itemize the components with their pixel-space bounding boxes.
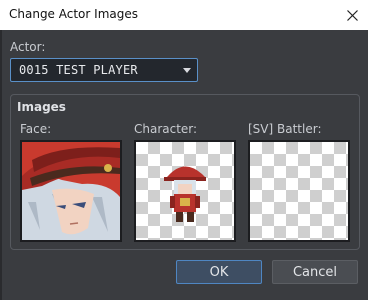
face-image-button[interactable]	[20, 140, 122, 242]
close-icon	[346, 9, 358, 21]
actor-select[interactable]: 0015 TEST PLAYER	[10, 58, 198, 82]
chevron-down-icon	[183, 68, 191, 73]
ok-button[interactable]: OK	[176, 260, 262, 284]
battler-image-button[interactable]	[248, 140, 350, 242]
actor-select-value: 0015 TEST PLAYER	[19, 63, 138, 77]
images-group-title: Images	[17, 100, 66, 114]
character-image-button[interactable]	[134, 140, 236, 242]
cancel-button[interactable]: Cancel	[272, 260, 358, 284]
face-label: Face:	[20, 122, 52, 136]
face-image	[22, 142, 120, 240]
close-button[interactable]	[336, 0, 368, 30]
title-bar: Change Actor Images	[0, 0, 368, 30]
battler-label: [SV] Battler:	[248, 122, 322, 136]
character-label: Character:	[134, 122, 198, 136]
window-border	[0, 30, 2, 300]
actor-label: Actor:	[10, 40, 46, 54]
character-sprite	[164, 166, 206, 222]
window-title: Change Actor Images	[9, 7, 138, 21]
